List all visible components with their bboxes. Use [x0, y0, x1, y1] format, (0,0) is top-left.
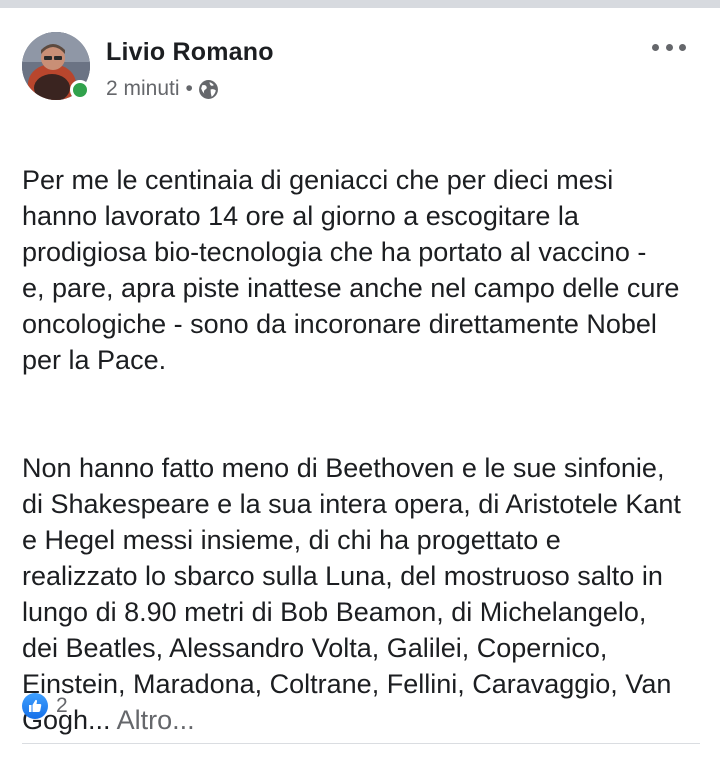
- reaction-count: 2: [56, 694, 68, 717]
- post-header: Livio Romano 2 minuti •: [22, 30, 698, 102]
- top-divider-strip: [0, 0, 720, 8]
- actions-divider: [22, 743, 700, 744]
- online-status-indicator: [70, 80, 90, 100]
- author-name[interactable]: Livio Romano: [106, 38, 274, 67]
- post-body: Per me le centinaia di geniacci che per …: [22, 126, 702, 774]
- meta-separator: •: [185, 77, 193, 100]
- dot: [679, 43, 686, 51]
- like-icon: [22, 693, 48, 719]
- post-paragraph-1: Per me le centinaia di geniacci che per …: [22, 165, 680, 375]
- globe-icon[interactable]: [198, 79, 219, 100]
- see-more-link[interactable]: Altro...: [117, 705, 195, 735]
- post-paragraph-2-text: Non hanno fatto meno di Beethoven e le s…: [22, 453, 681, 735]
- dot: [665, 43, 673, 51]
- feed-post: Livio Romano 2 minuti • Per me le centin…: [0, 8, 720, 752]
- post-meta: 2 minuti •: [106, 76, 219, 102]
- reactions-summary[interactable]: 2: [22, 692, 68, 720]
- dot: [652, 43, 659, 51]
- more-options-icon[interactable]: [652, 38, 686, 56]
- post-paragraph-2: Non hanno fatto meno di Beethoven e le s…: [22, 450, 702, 738]
- post-timestamp[interactable]: 2 minuti: [106, 77, 180, 101]
